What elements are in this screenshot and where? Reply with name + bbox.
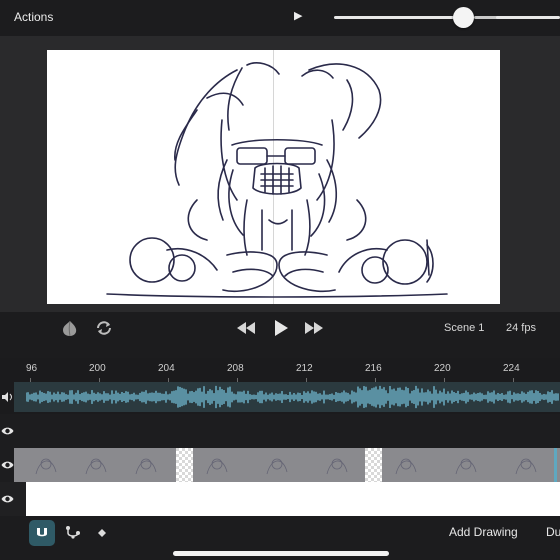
- speaker-icon[interactable]: [0, 382, 14, 412]
- ruler-label: 204: [158, 363, 175, 374]
- drawing-canvas[interactable]: [47, 50, 500, 304]
- frame-strip[interactable]: [26, 448, 176, 482]
- ruler-label: 216: [365, 363, 382, 374]
- frame-strip[interactable]: [193, 448, 365, 482]
- fps-label[interactable]: 24 fps: [506, 322, 536, 334]
- onion-skin-icon[interactable]: [60, 318, 80, 338]
- layer-track-2[interactable]: [0, 448, 560, 482]
- rewind-icon[interactable]: [235, 320, 257, 336]
- eye-icon[interactable]: [0, 482, 14, 516]
- ruler-label: 96: [26, 363, 38, 374]
- canvas-stage: [0, 36, 560, 312]
- secondary-slider-track[interactable]: [496, 16, 560, 19]
- magnet-icon[interactable]: [29, 520, 55, 546]
- empty-frame[interactable]: [365, 448, 382, 482]
- scene-label[interactable]: Scene 1: [444, 322, 484, 334]
- playback-controls: Scene 1 24 fps: [0, 312, 560, 358]
- eye-icon[interactable]: [0, 414, 14, 448]
- actions-menu[interactable]: Actions: [14, 10, 53, 24]
- sketch-drawing: [106, 62, 448, 298]
- loop-icon[interactable]: [94, 318, 114, 338]
- play-icon[interactable]: [273, 319, 289, 337]
- frame-ruler[interactable]: 96 200 204 208 212 216 220 224: [0, 358, 560, 382]
- layer-track-3[interactable]: [0, 482, 560, 516]
- add-drawing-button[interactable]: Add Drawing: [449, 525, 518, 539]
- path-icon[interactable]: [60, 520, 86, 546]
- empty-frame[interactable]: [176, 448, 193, 482]
- diamond-icon[interactable]: [89, 520, 115, 546]
- audio-waveform: [26, 385, 559, 409]
- fast-forward-icon[interactable]: [303, 320, 325, 336]
- home-indicator[interactable]: [173, 551, 389, 556]
- audio-track[interactable]: [0, 382, 560, 412]
- playhead-marker[interactable]: [554, 448, 557, 482]
- ruler-label: 212: [296, 363, 313, 374]
- empty-frame-strip[interactable]: [26, 482, 560, 516]
- ruler-label: 208: [227, 363, 244, 374]
- zoom-slider-knob[interactable]: [453, 7, 474, 28]
- layer-track-1[interactable]: [0, 414, 560, 448]
- ruler-label: 224: [503, 363, 520, 374]
- ruler-label: 220: [434, 363, 451, 374]
- zoom-slider-track[interactable]: [334, 16, 454, 19]
- eye-icon[interactable]: [0, 448, 14, 482]
- play-preview-icon[interactable]: ▶: [294, 9, 302, 22]
- duplicate-button[interactable]: Du: [546, 525, 560, 539]
- top-bar: Actions ▶: [0, 0, 560, 36]
- frame-strip[interactable]: [382, 448, 554, 482]
- ruler-label: 200: [89, 363, 106, 374]
